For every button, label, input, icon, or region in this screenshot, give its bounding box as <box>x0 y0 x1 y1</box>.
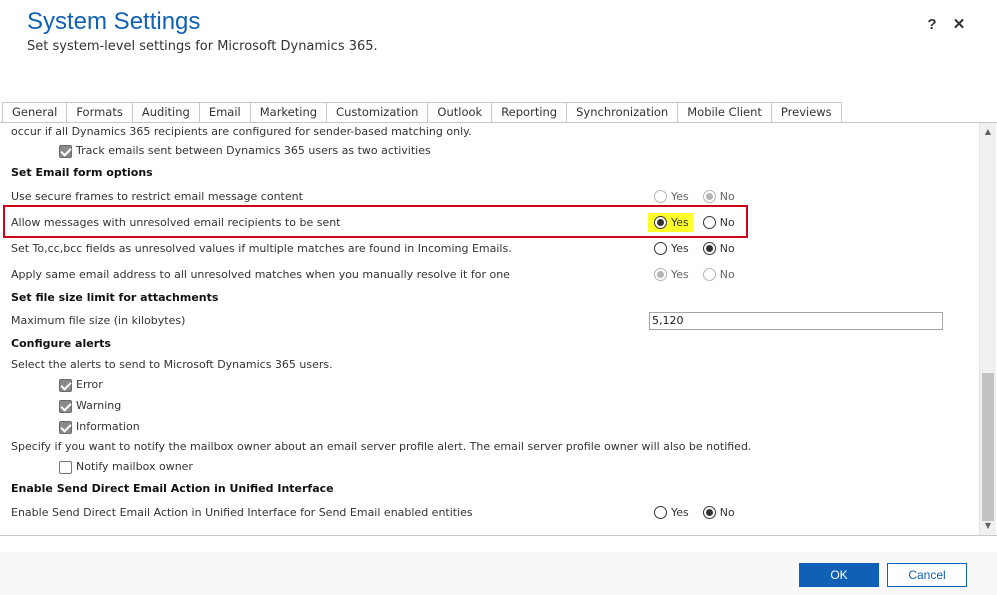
alert-error-label: Error <box>76 378 103 391</box>
radio-selected-icon <box>702 242 716 255</box>
tab-general[interactable]: General <box>2 102 68 123</box>
scrollbar-thumb[interactable] <box>982 373 994 521</box>
checkbox-checked-icon <box>59 420 72 434</box>
checkbox-checked-icon <box>59 399 72 413</box>
unresolved-recipients-no-option[interactable]: No <box>702 216 735 229</box>
direct-email-yes-option[interactable]: Yes <box>654 506 689 519</box>
unresolved-recipients-radio-group: Yes No <box>648 213 749 232</box>
unresolved-values-radio-group: Yes No <box>654 242 749 255</box>
close-icon[interactable]: ✕ <box>950 14 968 36</box>
radio-unselected-icon <box>702 268 716 281</box>
no-label: No <box>719 506 735 519</box>
no-label: No <box>719 190 735 203</box>
dialog-subtitle: Set system-level settings for Microsoft … <box>27 39 378 54</box>
secure-frames-yes-option: Yes <box>654 190 689 203</box>
cancel-button[interactable]: Cancel <box>887 563 967 587</box>
tab-mobile-client[interactable]: Mobile Client <box>678 102 772 123</box>
direct-email-label: Enable Send Direct Email Action in Unifi… <box>11 506 473 519</box>
tab-outlook[interactable]: Outlook <box>428 102 493 123</box>
yes-label: Yes <box>671 268 689 281</box>
same-address-no-option: No <box>702 268 735 281</box>
section-configure-alerts: Configure alerts <box>11 337 111 350</box>
tab-email[interactable]: Email <box>199 102 251 123</box>
radio-selected-icon <box>654 268 667 281</box>
unresolved-values-no-option[interactable]: No <box>702 242 735 255</box>
radio-unselected-icon <box>654 190 667 203</box>
radio-selected-icon <box>702 190 716 203</box>
secure-frames-label: Use secure frames to restrict email mess… <box>11 190 303 203</box>
alert-information-label: Information <box>76 420 140 433</box>
alerts-intro-text: Select the alerts to send to Microsoft D… <box>11 358 333 371</box>
alert-information-checkbox[interactable]: Information <box>59 420 140 434</box>
yes-label: Yes <box>671 506 689 519</box>
alert-warning-label: Warning <box>76 399 122 412</box>
checkbox-checked-icon <box>59 378 72 392</box>
radio-unselected-icon <box>654 506 667 519</box>
truncated-description: occur if all Dynamics 365 recipients are… <box>11 125 472 138</box>
checkbox-checked-icon <box>59 144 72 158</box>
max-file-size-input[interactable]: 5,120 <box>649 312 943 330</box>
no-label: No <box>719 268 735 281</box>
section-email-form-options: Set Email form options <box>11 166 153 179</box>
help-icon[interactable]: ? <box>923 14 941 36</box>
tab-reporting[interactable]: Reporting <box>492 102 568 123</box>
direct-email-radio-group: Yes No <box>654 506 749 519</box>
alert-error-checkbox[interactable]: Error <box>59 378 103 392</box>
notify-mailbox-owner-label: Notify mailbox owner <box>76 460 193 473</box>
tab-synchronization[interactable]: Synchronization <box>567 102 679 123</box>
secure-frames-no-option: No <box>702 190 735 203</box>
secure-frames-radio-group: Yes No <box>654 190 749 203</box>
direct-email-no-option[interactable]: No <box>702 506 735 519</box>
max-file-size-label: Maximum file size (in kilobytes) <box>11 314 186 327</box>
same-address-label: Apply same email address to all unresolv… <box>11 268 510 281</box>
no-label: No <box>719 216 735 229</box>
tab-marketing[interactable]: Marketing <box>250 102 328 123</box>
alert-warning-checkbox[interactable]: Warning <box>59 399 121 413</box>
same-address-yes-option: Yes <box>654 268 689 281</box>
scroll-down-icon[interactable]: ▼ <box>980 519 996 533</box>
dialog-title: System Settings <box>27 8 201 35</box>
radio-unselected-icon <box>654 242 667 255</box>
tab-customization[interactable]: Customization <box>327 102 429 123</box>
scroll-up-icon[interactable]: ▲ <box>980 125 996 139</box>
unresolved-recipients-label: Allow messages with unresolved email rec… <box>11 216 341 229</box>
radio-selected-icon <box>654 216 667 229</box>
tab-auditing[interactable]: Auditing <box>132 102 200 123</box>
notify-mailbox-owner-checkbox[interactable]: Notify mailbox owner <box>59 460 193 474</box>
tab-formats[interactable]: Formats <box>67 102 133 123</box>
unresolved-values-label: Set To,cc,bcc fields as unresolved value… <box>11 242 512 255</box>
tab-previews[interactable]: Previews <box>771 102 842 123</box>
track-emails-checkbox[interactable]: Track emails sent between Dynamics 365 u… <box>59 144 431 158</box>
radio-selected-icon <box>702 506 716 519</box>
no-label: No <box>719 242 735 255</box>
unresolved-values-yes-option[interactable]: Yes <box>654 242 689 255</box>
unresolved-recipients-yes-option[interactable]: Yes <box>648 213 693 232</box>
radio-unselected-icon <box>702 216 716 229</box>
section-direct-email: Enable Send Direct Email Action in Unifi… <box>11 482 334 495</box>
checkbox-unchecked-icon <box>59 460 72 474</box>
section-file-size: Set file size limit for attachments <box>11 291 219 304</box>
ok-button[interactable]: OK <box>799 563 879 587</box>
yes-label: Yes <box>671 216 689 229</box>
yes-label: Yes <box>671 190 689 203</box>
settings-tabs: General Formats Auditing Email Marketing… <box>2 102 842 123</box>
same-address-radio-group: Yes No <box>654 268 749 281</box>
yes-label: Yes <box>671 242 689 255</box>
vertical-scrollbar[interactable]: ▲ ▼ <box>979 123 996 535</box>
track-emails-label: Track emails sent between Dynamics 365 u… <box>76 144 431 157</box>
mailbox-notify-text: Specify if you want to notify the mailbo… <box>11 440 752 453</box>
